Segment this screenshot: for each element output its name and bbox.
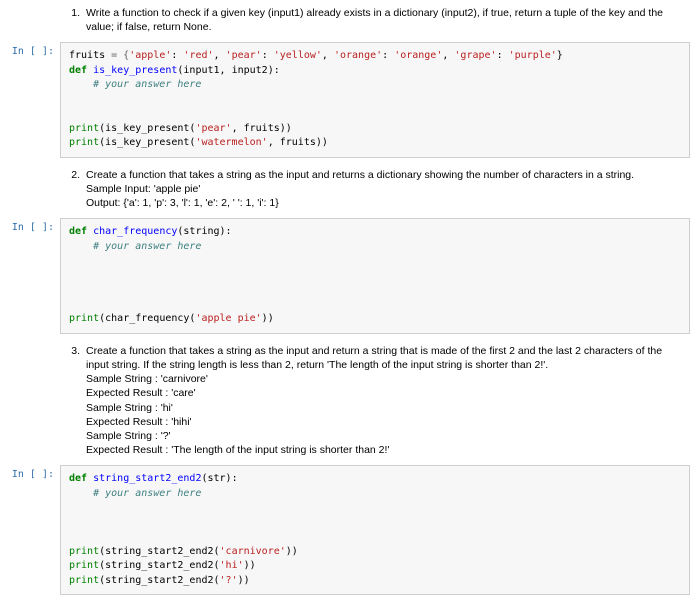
code-text: 'orange' <box>394 50 442 61</box>
problem-2-text: 2. Create a function that takes a string… <box>70 166 690 215</box>
cell-3-code[interactable]: def string_start2_end2(str): # your answ… <box>60 465 690 595</box>
code-text: (string): <box>177 226 231 237</box>
code-text: print <box>69 546 99 557</box>
problem-3-sample-1a: Sample String : 'carnivore' <box>86 372 682 386</box>
problem-3-sample-2a: Sample String : 'hi' <box>86 401 682 415</box>
problem-1-number: 1. <box>70 6 86 34</box>
problem-2-sample-output: Output: {'a': 1, 'p': 3, 'l': 1, 'e': 2,… <box>86 196 682 210</box>
code-text: def <box>69 65 93 76</box>
code-text: # your answer here <box>69 79 201 90</box>
problem-3-sample-1b: Expected Result : 'care' <box>86 386 682 400</box>
problem-3-body: Create a function that takes a string as… <box>86 344 690 457</box>
code-text: (str): <box>201 473 237 484</box>
problem-3-sample-3a: Sample String : '?' <box>86 429 682 443</box>
code-text: 'hi' <box>220 560 244 571</box>
code-text: is_key_present <box>93 65 177 76</box>
code-text: (input1, input2): <box>177 65 279 76</box>
notebook: 1. Write a function to check if a given … <box>0 0 700 609</box>
code-text: # your answer here <box>69 241 201 252</box>
code-cell-2: In [ ]: def char_frequency(string): # yo… <box>10 218 690 334</box>
problem-1-text: 1. Write a function to check if a given … <box>70 4 690 38</box>
code-text: 'apple' <box>129 50 171 61</box>
code-text: print <box>69 560 99 571</box>
problem-1-body: Write a function to check if a given key… <box>86 6 690 34</box>
code-text: 'apple pie' <box>195 313 261 324</box>
code-text: fruits <box>280 137 316 148</box>
problem-1-description: Write a function to check if a given key… <box>86 6 682 34</box>
problem-3-sample-3b: Expected Result : 'The length of the inp… <box>86 443 682 457</box>
problem-3-number: 3. <box>70 344 86 457</box>
code-text: '?' <box>220 575 238 586</box>
problem-3-sample-2b: Expected Result : 'hihi' <box>86 415 682 429</box>
cell-2-code[interactable]: def char_frequency(string): # your answe… <box>60 218 690 334</box>
code-text: 'purple' <box>509 50 557 61</box>
cell-3-prompt: In [ ]: <box>10 465 60 595</box>
code-text: print <box>69 575 99 586</box>
problem-2-body: Create a function that takes a string as… <box>86 168 690 211</box>
code-text: 'orange' <box>334 50 382 61</box>
cell-1-code[interactable]: fruits = {'apple': 'red', 'pear': 'yello… <box>60 42 690 158</box>
code-text: 'watermelon' <box>195 137 267 148</box>
code-text: print <box>69 137 99 148</box>
code-text: fruits <box>244 123 280 134</box>
code-text: fruits <box>69 50 105 61</box>
code-text: 'pear' <box>226 50 262 61</box>
code-text: 'grape' <box>454 50 496 61</box>
code-text: string_start2_end2 <box>93 473 201 484</box>
code-text: # your answer here <box>69 488 201 499</box>
code-text: 'red' <box>183 50 213 61</box>
code-text: print <box>69 313 99 324</box>
problem-3-text: 3. Create a function that takes a string… <box>70 342 690 461</box>
code-text: def <box>69 473 93 484</box>
code-text: 'carnivore' <box>220 546 286 557</box>
problem-2-sample-input: Sample Input: 'apple pie' <box>86 182 682 196</box>
problem-2-description: Create a function that takes a string as… <box>86 168 682 182</box>
code-text: char_frequency <box>93 226 177 237</box>
problem-3-description: Create a function that takes a string as… <box>86 344 682 372</box>
code-text: print <box>69 123 99 134</box>
code-text: def <box>69 226 93 237</box>
cell-1-prompt: In [ ]: <box>10 42 60 158</box>
cell-2-prompt: In [ ]: <box>10 218 60 334</box>
code-text: 'yellow' <box>274 50 322 61</box>
problem-2-number: 2. <box>70 168 86 211</box>
code-text: = { <box>105 50 129 61</box>
code-text: 'pear' <box>195 123 231 134</box>
code-cell-1: In [ ]: fruits = {'apple': 'red', 'pear'… <box>10 42 690 158</box>
code-cell-3: In [ ]: def string_start2_end2(str): # y… <box>10 465 690 595</box>
